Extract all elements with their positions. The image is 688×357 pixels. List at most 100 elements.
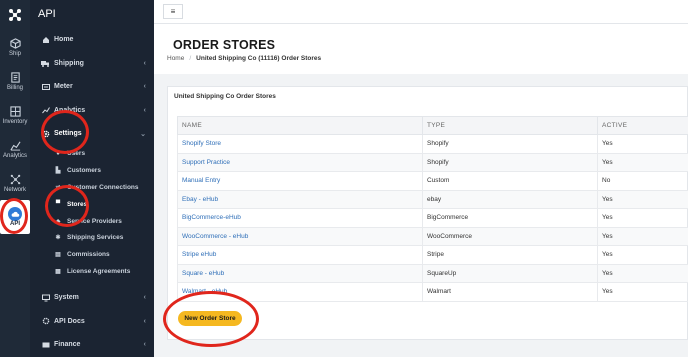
- sidebar-subitem-customers[interactable]: ▙ Customers: [30, 162, 154, 179]
- services-icon: ✱: [55, 235, 61, 242]
- order-stores-table: NAME TYPE ACTIVE Shopify Store Shopify Yes…: [177, 116, 688, 302]
- store-active: No: [597, 171, 688, 191]
- sidebar: API Home Shipping ‹ Meter ‹ Analytics ‹ …: [30, 0, 154, 357]
- column-header-type[interactable]: TYPE: [422, 116, 598, 135]
- store-name-link[interactable]: Manual Entry: [177, 171, 423, 191]
- chevron-left-icon: ‹: [143, 341, 146, 349]
- store-name-link[interactable]: WooCommerce - eHub: [177, 226, 423, 246]
- sidebar-subitem-label: Customers: [67, 167, 101, 175]
- sidebar-item-system[interactable]: System ‹: [30, 286, 154, 310]
- store-active: Yes: [597, 134, 688, 154]
- rail-item-billing[interactable]: Billing: [0, 64, 30, 98]
- store-type: ebay: [422, 189, 598, 209]
- chevron-left-icon: ‹: [143, 83, 146, 91]
- sidebar-title: API: [38, 8, 56, 20]
- column-header-name[interactable]: NAME: [177, 116, 423, 135]
- store-active: Yes: [597, 189, 688, 209]
- customers-icon: ▙: [55, 168, 61, 175]
- table-row: Stripe eHub Stripe Yes: [177, 245, 688, 265]
- store-type: Shopify: [422, 152, 598, 172]
- meter-icon: [41, 82, 50, 91]
- breadcrumb-home-link[interactable]: Home: [167, 55, 184, 62]
- store-name-link[interactable]: Support Practice: [177, 152, 423, 172]
- store-type: Custom: [422, 171, 598, 191]
- rail-item-analytics[interactable]: Analytics: [0, 132, 30, 166]
- rail-item-label: Ship: [8, 50, 21, 57]
- breadcrumb-current: United Shipping Co (11116) Order Stores: [196, 55, 322, 62]
- table-row: Walmart - eHub Walmart Yes: [177, 282, 688, 302]
- rail-item-inventory[interactable]: Inventory: [0, 98, 30, 132]
- sidebar-subitem-label: Shipping Services: [67, 234, 124, 242]
- table-row: WooCommerce - eHub WooCommerce Yes: [177, 226, 688, 246]
- sidebar-item-label: System: [54, 294, 79, 302]
- store-active: Yes: [597, 282, 688, 302]
- finance-icon: [41, 340, 50, 349]
- chevron-left-icon: ‹: [143, 294, 146, 302]
- sidebar-item-meter[interactable]: Meter ‹: [30, 75, 154, 99]
- sidebar-item-api-docs[interactable]: API Docs ‹: [30, 309, 154, 333]
- hamburger-icon: ≡: [170, 7, 176, 16]
- store-type: Stripe: [422, 245, 598, 265]
- store-name-link[interactable]: Ebay - eHub: [177, 189, 423, 209]
- rail-item-ship[interactable]: Ship: [0, 30, 30, 64]
- breadcrumb: Home / United Shipping Co (11116) Order St…: [167, 55, 321, 62]
- rail-item-label: Billing: [6, 84, 23, 91]
- store-type: Shopify: [422, 134, 598, 154]
- table-header-row: NAME TYPE ACTIVE: [177, 116, 688, 135]
- system-icon: [41, 293, 50, 302]
- table-row: Square - eHub SquareUp Yes: [177, 263, 688, 283]
- commissions-icon: ▤: [55, 252, 61, 259]
- store-type: WooCommerce: [422, 226, 598, 246]
- sidebar-subitem-commissions[interactable]: ▤ Commissions: [30, 246, 154, 263]
- topbar: [154, 0, 688, 24]
- page-title: ORDER STORES: [173, 38, 276, 52]
- rail-item-label: Analytics: [2, 152, 27, 159]
- column-header-active[interactable]: ACTIVE: [597, 116, 688, 135]
- sidebar-item-label: Home: [54, 36, 74, 44]
- sidebar-item-shipping[interactable]: Shipping ‹: [30, 52, 154, 76]
- store-type: SquareUp: [422, 263, 598, 283]
- docs-icon: [41, 317, 50, 326]
- breadcrumb-separator: /: [189, 55, 192, 62]
- chevron-left-icon: ‹: [143, 59, 146, 67]
- sidebar-item-label: Meter: [54, 83, 73, 91]
- inventory-icon: [9, 105, 21, 117]
- license-icon: ▦: [55, 268, 61, 275]
- home-icon: [41, 35, 50, 44]
- rail-item-network[interactable]: Network: [0, 166, 30, 200]
- app-logo-icon[interactable]: [0, 0, 30, 30]
- table-row: Ebay - eHub ebay Yes: [177, 189, 688, 209]
- store-active: Yes: [597, 245, 688, 265]
- sidebar-subitem-label: Commissions: [67, 251, 110, 259]
- table-row: Shopify Store Shopify Yes: [177, 134, 688, 154]
- card-title: United Shipping Co Order Stores: [174, 93, 276, 100]
- sidebar-item-label: Finance: [54, 341, 81, 349]
- store-name-link[interactable]: Square - eHub: [177, 263, 423, 283]
- ship-icon: [9, 37, 21, 49]
- store-name-link[interactable]: Shopify Store: [177, 134, 423, 154]
- store-type: BigCommerce: [422, 208, 598, 228]
- sidebar-subitem-license-agreements[interactable]: ▦ License Agreements: [30, 263, 154, 280]
- table-row: Support Practice Shopify Yes: [177, 152, 688, 172]
- store-name-link[interactable]: BigCommerce-eHub: [177, 208, 423, 228]
- store-name-link[interactable]: Stripe eHub: [177, 245, 423, 265]
- chevron-left-icon: ‹: [143, 317, 146, 325]
- sidebar-item-home[interactable]: Home: [30, 28, 154, 52]
- table-row: BigCommerce-eHub BigCommerce Yes: [177, 208, 688, 228]
- highlight-ring-api: [0, 198, 28, 234]
- network-icon: [10, 174, 20, 184]
- store-active: Yes: [597, 263, 688, 283]
- highlight-ring-stores: [45, 185, 89, 227]
- store-active: Yes: [597, 152, 688, 172]
- sidebar-item-finance[interactable]: Finance ‹: [30, 333, 154, 357]
- sidebar-subitem-label: License Agreements: [67, 267, 131, 275]
- rail-item-label: Inventory: [2, 118, 28, 125]
- icon-rail: Ship Billing Inventory Analytics Network…: [0, 0, 30, 357]
- truck-icon: [41, 59, 50, 68]
- menu-toggle-button[interactable]: ≡: [163, 4, 183, 19]
- sidebar-subitem-shipping-services[interactable]: ✱ Shipping Services: [30, 229, 154, 246]
- billing-icon: [10, 71, 20, 83]
- table-row: Manual Entry Custom No: [177, 171, 688, 191]
- store-type: Walmart: [422, 282, 598, 302]
- highlight-ring-settings: [41, 110, 89, 154]
